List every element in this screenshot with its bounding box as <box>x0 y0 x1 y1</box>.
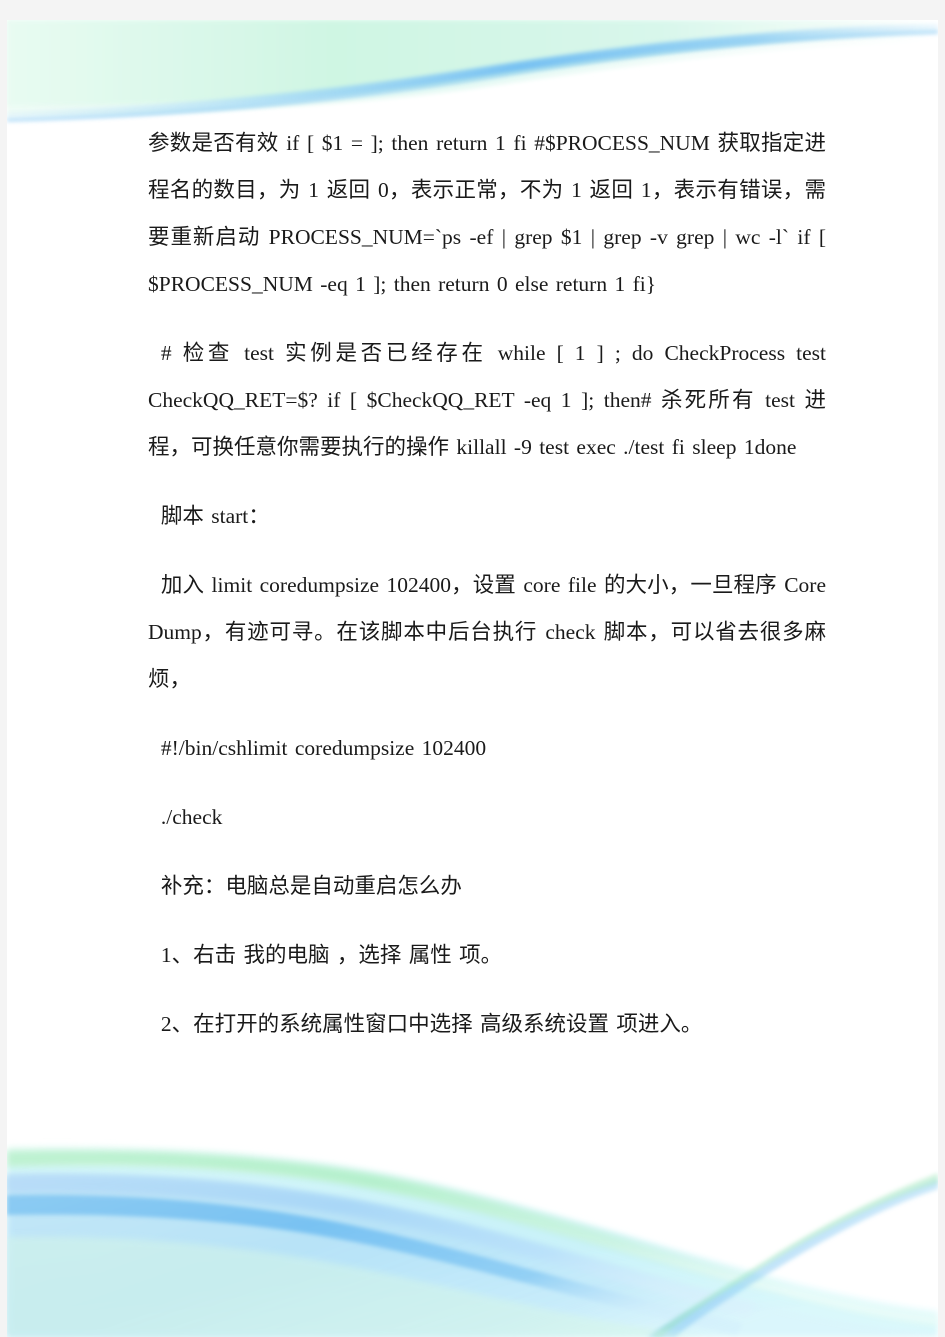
paragraph-check-process: 参数是否有效 if [ $1 = ]; then return 1 fi #$P… <box>148 131 826 296</box>
paragraph-step-2: 2、在打开的系统属性窗口中选择 高级系统设置 项进入。 <box>160 1012 703 1036</box>
paragraph-step-1: 1、右击 我的电脑 ，选择 属性 项。 <box>160 943 503 967</box>
paragraph-script-start: 脚本 start： <box>160 504 270 528</box>
paragraph-check-test-instance: # 检查 test 实例是否已经存在 while [ 1 ] ; do Chec… <box>148 341 826 459</box>
document-text-body: 参数是否有效 if [ $1 = ]; then return 1 fi #$P… <box>148 120 826 1048</box>
paragraph-coredumpsize: 加入 limit coredumpsize 102400，设置 core fil… <box>148 573 826 691</box>
paragraph-supplement-title: 补充：电脑总是自动重启怎么办 <box>160 874 462 898</box>
document-page: 参数是否有效 if [ $1 = ]; then return 1 fi #$P… <box>7 20 938 1337</box>
bottom-wave-decoration <box>7 1117 938 1337</box>
paragraph-check-command: ./check <box>160 805 223 829</box>
paragraph-shebang: #!/bin/cshlimit coredumpsize 102400 <box>160 736 487 760</box>
